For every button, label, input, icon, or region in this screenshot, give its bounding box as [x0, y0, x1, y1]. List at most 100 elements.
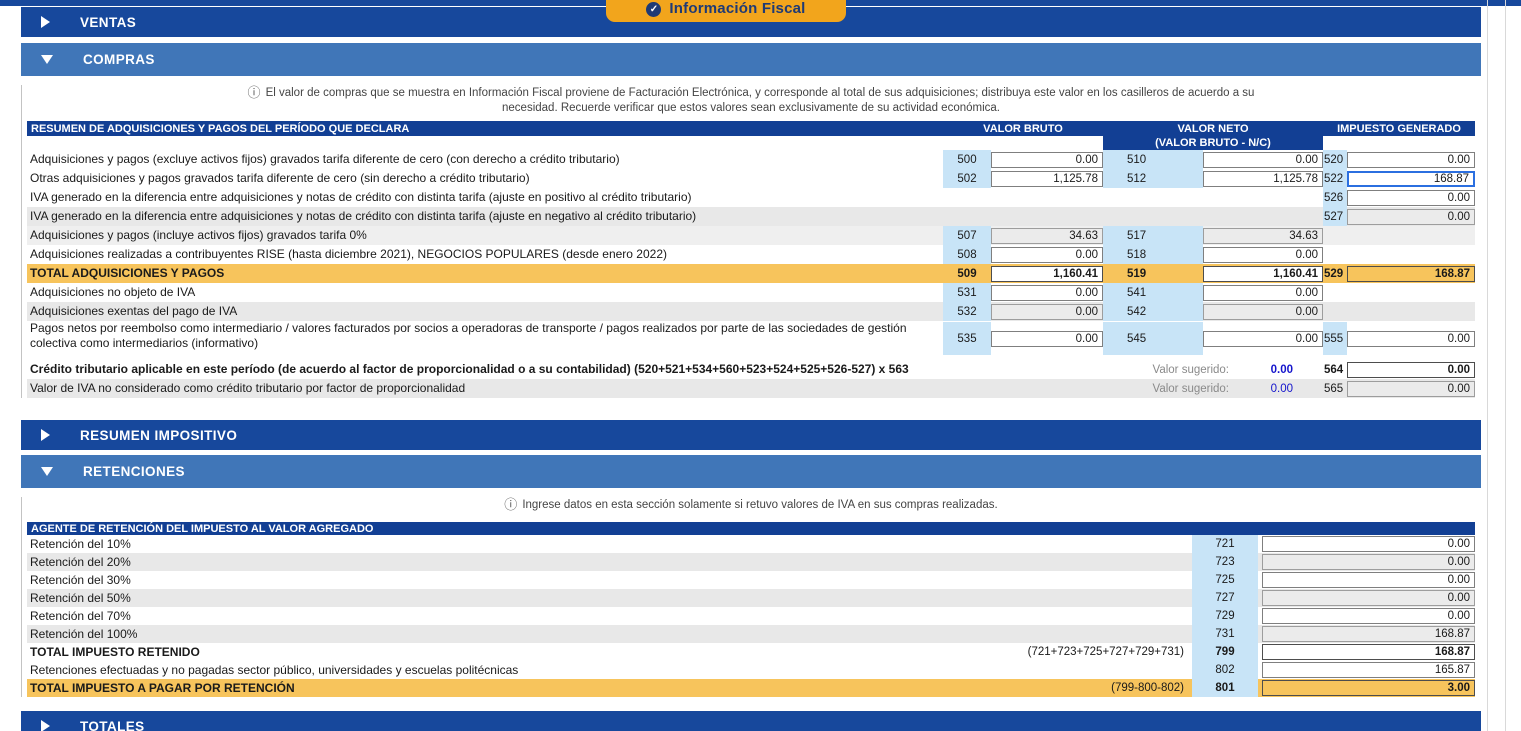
input-555[interactable]: 0.00	[1347, 331, 1475, 347]
value-cell	[1103, 207, 1323, 226]
field-code-731: 731	[1192, 625, 1258, 643]
suggested-label: Valor sugerido:	[1153, 383, 1230, 395]
value-cell: 5191,160.41	[1103, 264, 1323, 283]
row-label: TOTAL IMPUESTO A PAGAR POR RETENCIÓN	[27, 681, 1111, 696]
input-518[interactable]: 0.00	[1203, 247, 1323, 263]
field-code-510: 510	[1103, 150, 1203, 169]
value-cell	[943, 188, 1103, 207]
informacion-fiscal-label: Información Fiscal	[669, 0, 805, 17]
input-519: 1,160.41	[1203, 266, 1323, 282]
input-531[interactable]: 0.00	[991, 285, 1103, 301]
input-799: 168.87	[1262, 644, 1475, 660]
field-code-531: 531	[943, 283, 991, 302]
input-729[interactable]: 0.00	[1262, 608, 1475, 624]
total-row: TOTAL IMPUESTO A PAGAR POR RETENCIÓN(799…	[27, 679, 1475, 697]
row-label: Retención del 30%	[27, 573, 1192, 588]
input-520[interactable]: 0.00	[1347, 152, 1475, 168]
row-label: Valor de IVA no considerado como crédito…	[27, 381, 943, 396]
column-header-valor-neto: VALOR NETO	[1103, 121, 1323, 136]
field-code-520: 520	[1323, 150, 1347, 169]
row-formula: (721+723+725+727+729+731)	[1028, 646, 1184, 658]
value-cell: 5091,160.41	[943, 264, 1103, 283]
section-header-retenciones[interactable]: RETENCIONES	[21, 455, 1481, 488]
column-subheader-valor-neto: (VALOR BRUTO - N/C)	[1103, 136, 1323, 150]
input-509: 1,160.41	[991, 266, 1103, 282]
input-545[interactable]: 0.00	[1203, 331, 1323, 347]
value-cell: 5640.00	[1323, 360, 1475, 379]
section-header-compras[interactable]: COMPRAS	[21, 43, 1481, 76]
table-row: Otras adquisiciones y pagos gravados tar…	[27, 169, 1475, 188]
field-code-799: 799	[1192, 643, 1258, 661]
field-code-542: 542	[1103, 302, 1203, 321]
field-value	[1203, 190, 1323, 206]
scrollbar-track[interactable]	[1505, 0, 1506, 731]
row-label: TOTAL IMPUESTO RETENIDO	[27, 645, 1028, 660]
input-526[interactable]: 0.00	[1347, 190, 1475, 206]
table-row: Retención del 30%7250.00	[27, 571, 1475, 589]
field-code-545: 545	[1103, 322, 1203, 355]
field-code-725: 725	[1192, 571, 1258, 589]
section-title-resumen-impositivo: RESUMEN IMPOSITIVO	[80, 428, 237, 443]
row-label: Retención del 20%	[27, 555, 1192, 570]
input-801: 3.00	[1262, 680, 1475, 696]
input-517: 34.63	[1203, 228, 1323, 244]
retenciones-info-text: Ingrese datos en esta sección solamente …	[522, 499, 997, 511]
value-cell: 5320.00	[943, 302, 1103, 321]
section-header-totales[interactable]: TOTALES	[21, 711, 1481, 731]
value-cell: 5000.00	[943, 150, 1103, 169]
compras-panel: ⓘEl valor de compras que se muestra en I…	[21, 85, 1481, 398]
field-code-532: 532	[943, 302, 991, 321]
row-label: Adquisiciones realizadas a contribuyente…	[27, 247, 943, 262]
field-code-519: 519	[1103, 264, 1203, 283]
row-label: Otras adquisiciones y pagos gravados tar…	[27, 171, 943, 186]
chevron-right-icon	[41, 16, 50, 28]
input-500[interactable]: 0.00	[991, 152, 1103, 168]
input-510[interactable]: 0.00	[1203, 152, 1323, 168]
table-row: Retención del 50%7270.00	[27, 589, 1475, 607]
value-cell: 5410.00	[1103, 283, 1323, 302]
field-code-541: 541	[1103, 283, 1203, 302]
input-802[interactable]: 165.87	[1262, 662, 1475, 678]
field-code	[943, 207, 991, 226]
value-cell: 50734.63	[943, 226, 1103, 245]
input-527: 0.00	[1347, 209, 1475, 225]
info-icon: ⓘ	[504, 497, 517, 512]
row-label: Adquisiciones exentas del pago de IVA	[27, 304, 943, 319]
value-cell: 51734.63	[1103, 226, 1323, 245]
value-cell	[1323, 226, 1475, 245]
field-code	[943, 188, 991, 207]
chevron-right-icon	[41, 720, 50, 731]
field-code-508: 508	[943, 245, 991, 264]
field-value	[1347, 247, 1475, 263]
field-code-507: 507	[943, 226, 991, 245]
input-541[interactable]: 0.00	[1203, 285, 1323, 301]
retenciones-panel: ⓘ Ingrese datos en esta sección solamente…	[21, 497, 1481, 697]
table-row: Retenciones efectuadas y no pagadas sect…	[27, 661, 1475, 679]
input-522[interactable]: 168.87	[1347, 171, 1475, 187]
field-code-502: 502	[943, 169, 991, 188]
section-header-resumen-impositivo[interactable]: RESUMEN IMPOSITIVO	[21, 420, 1481, 450]
field-code-526: 526	[1323, 188, 1347, 207]
input-512[interactable]: 1,125.78	[1203, 171, 1323, 187]
input-564[interactable]: 0.00	[1347, 362, 1475, 378]
column-header-valor-bruto: VALOR BRUTO	[943, 121, 1103, 136]
input-725[interactable]: 0.00	[1262, 572, 1475, 588]
compras-info-text: El valor de compras que se muestra en In…	[266, 87, 1255, 114]
field-code-564: 564	[1323, 360, 1347, 379]
input-508[interactable]: 0.00	[991, 247, 1103, 263]
suggested-value-box: Valor sugerido:0.00	[943, 383, 1323, 395]
field-code	[1323, 226, 1347, 245]
field-value	[1347, 228, 1475, 244]
informacion-fiscal-button[interactable]: ✓ Información Fiscal	[606, 0, 846, 22]
input-721[interactable]: 0.00	[1262, 536, 1475, 552]
input-502[interactable]: 1,125.78	[991, 171, 1103, 187]
value-cell	[943, 207, 1103, 226]
field-code-565: 565	[1323, 379, 1347, 398]
suggested-label: Valor sugerido:	[1153, 364, 1230, 376]
table-row: Retención del 100%731168.87	[27, 625, 1475, 643]
value-cell: 5350.00	[943, 322, 1103, 355]
value-cell	[1323, 245, 1475, 264]
input-535[interactable]: 0.00	[991, 331, 1103, 347]
total-row: TOTAL ADQUISICIONES Y PAGOS5091,160.4151…	[27, 264, 1475, 283]
section-title-compras: COMPRAS	[83, 52, 155, 67]
